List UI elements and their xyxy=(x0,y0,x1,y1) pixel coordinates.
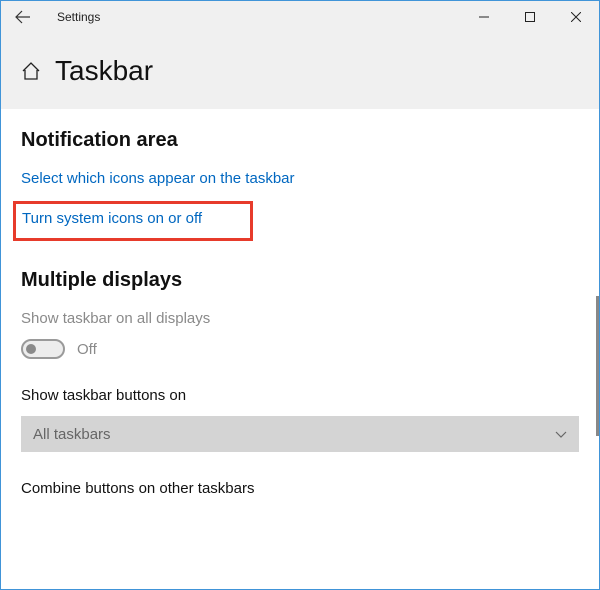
back-arrow-icon xyxy=(15,9,31,25)
toggle-show-all-displays[interactable] xyxy=(21,339,65,359)
maximize-button[interactable] xyxy=(507,1,553,33)
toggle-knob xyxy=(26,344,36,354)
page-header: Taskbar xyxy=(1,33,599,109)
label-show-all-displays: Show taskbar on all displays xyxy=(21,310,579,327)
close-button[interactable] xyxy=(553,1,599,33)
section-multiple-displays: Multiple displays xyxy=(21,269,579,292)
chevron-down-icon xyxy=(555,428,567,440)
maximize-icon xyxy=(525,12,535,22)
highlight-box: Turn system icons on or off xyxy=(13,201,253,241)
link-select-icons[interactable]: Select which icons appear on the taskbar xyxy=(21,170,295,187)
label-combine-buttons: Combine buttons on other taskbars xyxy=(21,480,579,497)
close-icon xyxy=(571,12,581,22)
page-title: Taskbar xyxy=(55,55,153,87)
minimize-icon xyxy=(479,12,489,22)
back-button[interactable] xyxy=(1,1,45,33)
label-show-buttons-on: Show taskbar buttons on xyxy=(21,387,579,404)
home-icon[interactable] xyxy=(21,61,41,81)
link-system-icons[interactable]: Turn system icons on or off xyxy=(22,210,202,227)
toggle-state-label: Off xyxy=(77,341,97,358)
section-notification-area: Notification area xyxy=(21,129,579,152)
window-title: Settings xyxy=(57,10,100,24)
dropdown-value: All taskbars xyxy=(33,426,111,443)
scrollbar[interactable] xyxy=(596,296,599,436)
dropdown-show-buttons[interactable]: All taskbars xyxy=(21,416,579,452)
minimize-button[interactable] xyxy=(461,1,507,33)
